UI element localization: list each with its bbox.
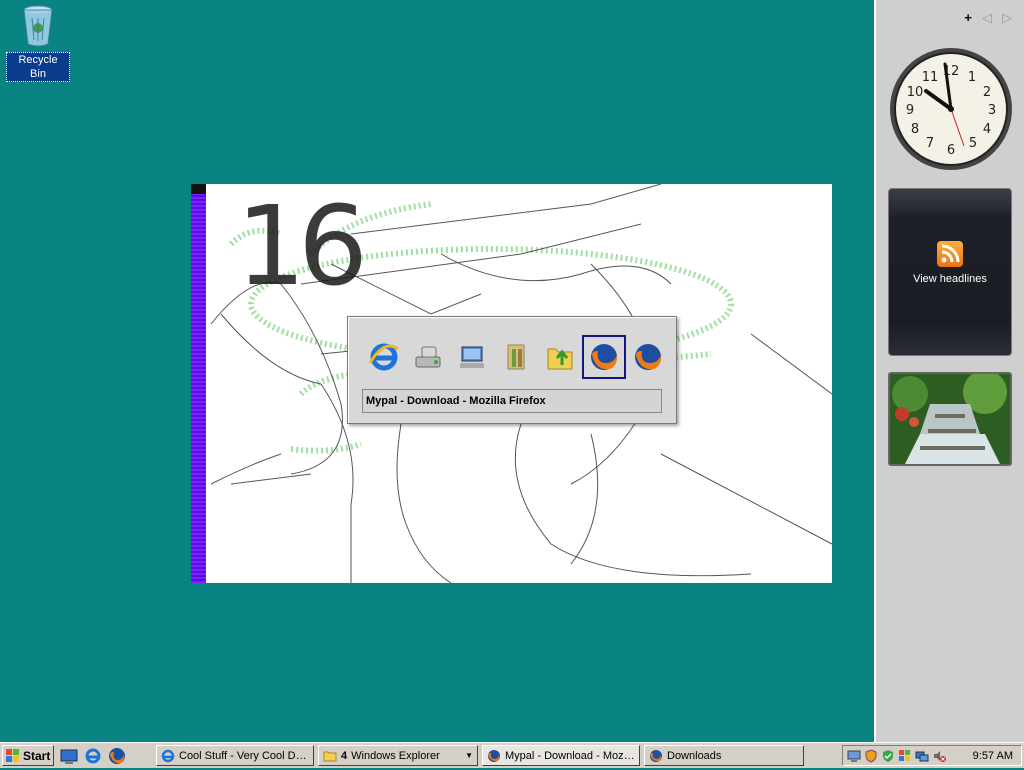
system-tray: 9:57 AM bbox=[842, 745, 1022, 766]
task-label: Downloads bbox=[667, 749, 722, 762]
svg-text:8: 8 bbox=[911, 122, 919, 137]
task-label: Mypal - Download - Mozill... bbox=[505, 749, 635, 762]
svg-text:7: 7 bbox=[926, 136, 934, 151]
start-label: Start bbox=[23, 748, 51, 763]
firefox-icon bbox=[488, 749, 500, 762]
start-button[interactable]: Start bbox=[2, 745, 54, 766]
security-check-icon[interactable] bbox=[881, 749, 895, 763]
taskbar: Start Cool Stuff - Very Cool Do... 4 Win… bbox=[0, 742, 1024, 768]
previous-page-button[interactable]: ◁ bbox=[982, 10, 992, 26]
drive-icon[interactable] bbox=[406, 335, 450, 379]
firefox-icon bbox=[650, 749, 662, 762]
chevron-down-icon: ▼ bbox=[465, 751, 473, 760]
svg-text:9: 9 bbox=[906, 103, 914, 118]
internet-explorer-icon[interactable] bbox=[84, 747, 102, 765]
recycle-bin-icon bbox=[20, 4, 56, 48]
next-page-button[interactable]: ▷ bbox=[1002, 10, 1012, 26]
svg-text:10: 10 bbox=[907, 85, 924, 100]
computers-icon[interactable] bbox=[915, 749, 929, 763]
task-switcher: Mypal - Download - Mozilla Firefox bbox=[347, 316, 677, 424]
windows-logo-icon bbox=[6, 748, 19, 762]
firefox-icon[interactable] bbox=[626, 335, 670, 379]
waterfall-photo bbox=[890, 374, 1010, 464]
view-headlines-label: View headlines bbox=[913, 273, 987, 285]
show-desktop-icon[interactable] bbox=[60, 747, 78, 765]
folder-up-icon[interactable] bbox=[538, 335, 582, 379]
recycle-bin[interactable]: Recycle Bin bbox=[6, 4, 70, 82]
svg-text:6: 6 bbox=[947, 143, 955, 158]
switcher-window-title: Mypal - Download - Mozilla Firefox bbox=[362, 389, 662, 413]
svg-text:3: 3 bbox=[988, 103, 996, 118]
task-label: Cool Stuff - Very Cool Do... bbox=[179, 749, 309, 762]
handwritten-number: 16 bbox=[236, 184, 362, 310]
rss-icon bbox=[937, 241, 963, 267]
feed-headlines-gadget[interactable]: View headlines bbox=[888, 188, 1012, 356]
svg-text:4: 4 bbox=[983, 122, 991, 137]
volume-muted-icon[interactable] bbox=[932, 749, 946, 763]
folder-files-icon[interactable] bbox=[494, 335, 538, 379]
task-group-count: 4 bbox=[341, 749, 348, 762]
task-label: Windows Explorer bbox=[351, 749, 440, 762]
internet-explorer-icon bbox=[161, 749, 175, 762]
sidebar-controls: + ◁ ▷ bbox=[964, 10, 1012, 26]
task-cool-stuff[interactable]: Cool Stuff - Very Cool Do... bbox=[156, 745, 314, 766]
svg-text:2: 2 bbox=[983, 85, 991, 100]
slideshow-gadget[interactable] bbox=[888, 372, 1012, 466]
task-mypal-download[interactable]: Mypal - Download - Mozill... bbox=[482, 745, 640, 766]
shield-icon[interactable] bbox=[864, 748, 878, 763]
analog-clock-icon: 12 12 345 678 91011 bbox=[890, 48, 1012, 170]
network-icon[interactable] bbox=[450, 335, 494, 379]
windows-flag-icon[interactable] bbox=[898, 749, 912, 763]
task-downloads[interactable]: Downloads bbox=[644, 745, 804, 766]
windows-sidebar: + ◁ ▷ 12 1 2 345 678 9 10 11 View headlines bbox=[874, 0, 1024, 742]
firefox-icon[interactable] bbox=[108, 747, 126, 765]
svg-text:5: 5 bbox=[969, 136, 977, 151]
switcher-icons bbox=[362, 335, 670, 379]
firefox-icon[interactable] bbox=[582, 335, 626, 379]
recycle-bin-label: Recycle Bin bbox=[6, 52, 70, 82]
quick-launch bbox=[60, 747, 126, 765]
task-windows-explorer[interactable]: 4 Windows Explorer ▼ bbox=[318, 745, 478, 766]
network-tray-icon[interactable] bbox=[847, 749, 861, 763]
folder-icon bbox=[323, 751, 337, 761]
svg-text:1: 1 bbox=[968, 70, 976, 85]
add-gadget-button[interactable]: + bbox=[964, 10, 972, 26]
clock-gadget[interactable]: 12 1 2 345 678 9 10 11 bbox=[888, 46, 1014, 172]
taskbar-clock[interactable]: 9:57 AM bbox=[973, 750, 1021, 762]
svg-text:11: 11 bbox=[922, 70, 939, 85]
internet-explorer-icon[interactable] bbox=[362, 335, 406, 379]
